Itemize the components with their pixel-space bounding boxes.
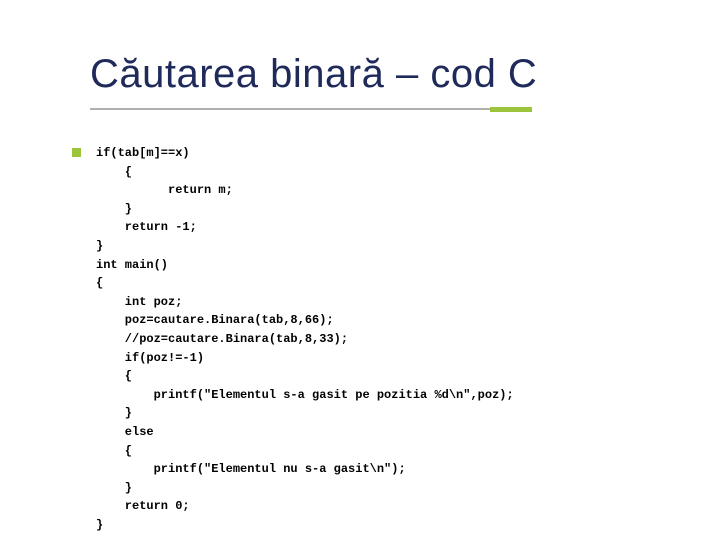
title-underline [90,108,550,111]
code-block: if(tab[m]==x) { return m; } return -1; }… [96,144,690,534]
code-line: poz=cautare.Binara(tab,8,66); [96,313,334,327]
bullet-icon [72,148,81,157]
code-line: } [96,406,132,420]
underline-gray [90,108,490,110]
page-title: Căutarea binară – cod C [90,52,680,97]
code-line: { [96,165,132,179]
code-line: if(tab[m]==x) [96,146,190,160]
code-line: printf("Elementul nu s-a gasit\n"); [96,462,406,476]
code-line: { [96,369,132,383]
slide: Căutarea binară – cod C if(tab[m]==x) { … [0,0,720,540]
code-line: return -1; [96,220,197,234]
code-line: if(poz!=-1) [96,351,204,365]
code-line: return 0; [96,499,190,513]
code-line: else [96,425,154,439]
code-line: } [96,202,132,216]
title-wrap: Căutarea binară – cod C [90,52,680,97]
code-line: { [96,276,103,290]
code-line: } [96,239,103,253]
code-line: } [96,518,103,532]
code-line: //poz=cautare.Binara(tab,8,33); [96,332,348,346]
code-line: { [96,444,132,458]
code-line: return m; [96,183,233,197]
code-line: printf("Elementul s-a gasit pe pozitia %… [96,388,514,402]
code-line: int poz; [96,295,182,309]
underline-green [490,107,532,112]
code-line: int main() [96,258,168,272]
code-line: } [96,481,132,495]
